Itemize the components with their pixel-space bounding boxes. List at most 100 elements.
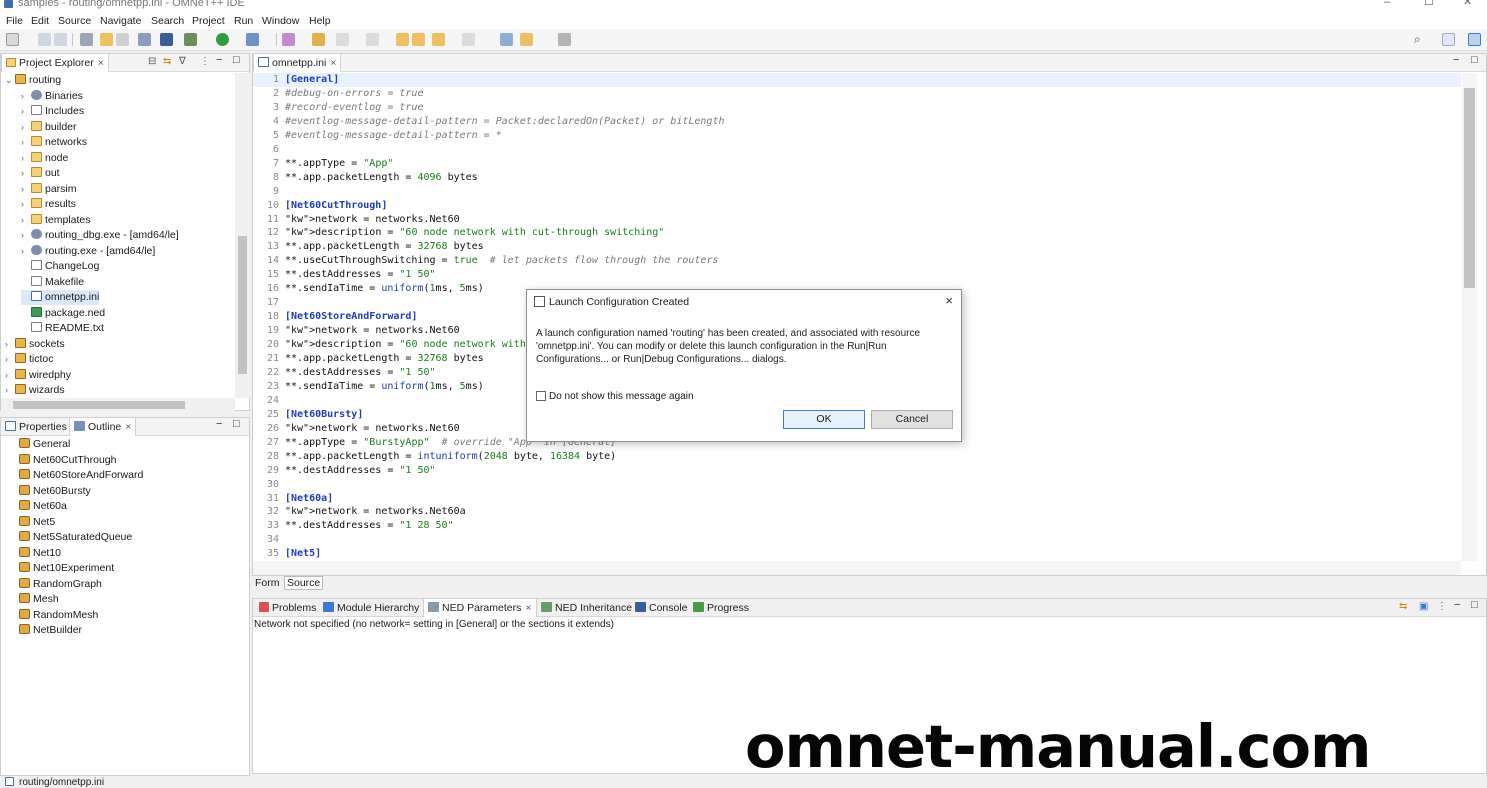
open-folder-icon[interactable] [312,33,325,46]
tree-item[interactable]: › networks [21,135,87,150]
checkbox-box[interactable] [536,391,546,401]
tree-item[interactable]: › tictoc [5,352,54,367]
outline-item[interactable]: RandomGraph [19,577,102,592]
code-line[interactable]: 2 #debug-on-errors = true [253,87,1461,101]
pin-editor-icon[interactable] [500,33,513,46]
dialog-close-icon[interactable]: × [945,293,953,308]
chevron-right-icon[interactable]: › [21,244,31,259]
close-icon[interactable]: × [525,602,531,614]
outline-item[interactable]: NetBuilder [19,623,82,638]
code-line[interactable]: 13 **.app.packetLength = 32768 bytes [253,240,1461,254]
code-line[interactable]: 11 "kw">network = networks.Net60 [253,213,1461,227]
tab-source[interactable]: Source [284,576,324,590]
chevron-right-icon[interactable]: › [21,213,31,228]
run-icon[interactable] [216,33,229,46]
code-line[interactable]: 4 #eventlog-message-detail-pattern = Pack… [253,115,1461,129]
editor-horizontal-scrollbar[interactable] [253,561,1461,575]
view-menu-icon[interactable]: ⋮ [1437,601,1447,612]
tree-item[interactable]: ⌄ routing [5,73,61,88]
link-with-editor-icon[interactable]: ⇆ [163,56,171,67]
chevron-down-icon[interactable]: ⌄ [5,73,15,88]
chevron-right-icon[interactable]: › [5,383,15,398]
code-line[interactable]: 34 [253,533,1461,547]
chevron-right-icon[interactable]: › [21,166,31,181]
dont-show-again-checkbox[interactable]: Do not show this message again [536,391,694,402]
undo-icon[interactable] [100,33,113,46]
chevron-right-icon[interactable]: › [5,337,15,352]
maximize-button[interactable]: ☐ [1424,0,1434,8]
tab-project-explorer[interactable]: Project Explorer × [1,54,109,72]
tab-console[interactable]: Console [631,599,692,617]
tree-item[interactable]: ChangeLog [21,259,99,274]
open-perspective-icon[interactable] [1442,33,1455,46]
redo-icon[interactable] [116,33,129,46]
chevron-right-icon[interactable]: › [5,352,15,367]
collapse-all-icon[interactable]: ⊟ [148,56,156,67]
close-icon[interactable]: × [125,421,131,433]
chevron-right-icon[interactable]: › [21,120,31,135]
outline-item[interactable]: Net60StoreAndForward [19,468,143,483]
tree-vertical-scrollbar[interactable] [235,73,250,398]
ok-button[interactable]: OK [783,410,865,429]
back-edit-icon[interactable] [396,33,409,46]
code-line[interactable]: 32 "kw">network = networks.Net60a [253,505,1461,519]
tree-item[interactable]: Makefile [21,275,84,290]
new-icon[interactable] [6,33,19,46]
maximize-view-icon[interactable]: □ [233,418,240,430]
tree-item[interactable]: package.ned [21,306,105,321]
search-icon[interactable]: ⌕ [1414,32,1421,47]
tree-horizontal-scrollbar[interactable] [1,398,235,411]
code-line[interactable]: 14 **.useCutThroughSwitching = true # let… [253,254,1461,268]
tree-item[interactable]: › routing_dbg.exe - [amd64/le] [21,228,179,243]
code-line[interactable]: 12 "kw">description = "60 node network wi… [253,226,1461,240]
cancel-button[interactable]: Cancel [871,410,953,429]
menu-run[interactable]: Run [234,15,253,27]
console-icon[interactable] [160,33,173,46]
minimize-view-icon[interactable]: − [216,418,222,430]
code-line[interactable]: 9 [253,185,1461,199]
outline-item[interactable]: RandomMesh [19,608,98,623]
chevron-right-icon[interactable]: › [21,197,31,212]
tree-item[interactable]: › wizards [5,383,65,398]
outline-item[interactable]: General [19,437,70,452]
tree-item[interactable]: README.txt [21,321,104,336]
close-icon[interactable]: × [98,57,104,69]
toolbar-extra-icon[interactable] [558,33,571,46]
forward-edit-icon[interactable] [412,33,425,46]
outline-item[interactable]: Net5 [19,515,55,530]
menu-window[interactable]: Window [262,15,299,27]
code-line[interactable]: 1 [General] [253,73,1461,87]
tab-properties[interactable]: Properties [1,418,71,436]
chevron-right-icon[interactable]: › [21,104,31,119]
save-icon[interactable] [38,33,51,46]
tree-item[interactable]: › parsim [21,182,77,197]
ned-icon[interactable] [282,33,295,46]
tree-item[interactable]: › templates [21,213,91,228]
code-line[interactable]: 28 **.app.packetLength = intuniform(2048 … [253,450,1461,464]
code-line[interactable]: 15 **.destAddresses = "1 50" [253,268,1461,282]
scrollbar-thumb[interactable] [238,236,247,374]
tab-module-hierarchy[interactable]: Module Hierarchy [319,599,423,617]
code-line[interactable]: 30 [253,478,1461,492]
minimize-view-icon[interactable]: − [1454,599,1460,611]
perspective-icon[interactable] [1468,33,1481,46]
tree-item[interactable]: › routing.exe - [amd64/le] [21,244,155,259]
editor-vertical-scrollbar[interactable] [1462,73,1477,561]
minimize-view-icon[interactable]: − [216,54,222,66]
code-line[interactable]: 5 #eventlog-message-detail-pattern = * [253,129,1461,143]
close-icon[interactable]: × [330,57,336,69]
pin-view-icon[interactable]: ▣ [1419,601,1428,612]
menu-source[interactable]: Source [58,15,91,27]
chevron-right-icon[interactable]: › [5,368,15,383]
menu-help[interactable]: Help [309,15,331,27]
open-type-icon[interactable] [138,33,151,46]
code-line[interactable]: 33 **.destAddresses = "1 28 50" [253,519,1461,533]
menu-edit[interactable]: Edit [31,15,49,27]
menu-project[interactable]: Project [192,15,225,27]
outline-item[interactable]: Net60CutThrough [19,453,116,468]
forward-icon[interactable] [462,33,475,46]
menu-search[interactable]: Search [151,15,184,27]
chevron-right-icon[interactable]: › [21,151,31,166]
outline-item[interactable]: Net10 [19,546,61,561]
code-line[interactable]: 8 **.app.packetLength = 4096 bytes [253,171,1461,185]
